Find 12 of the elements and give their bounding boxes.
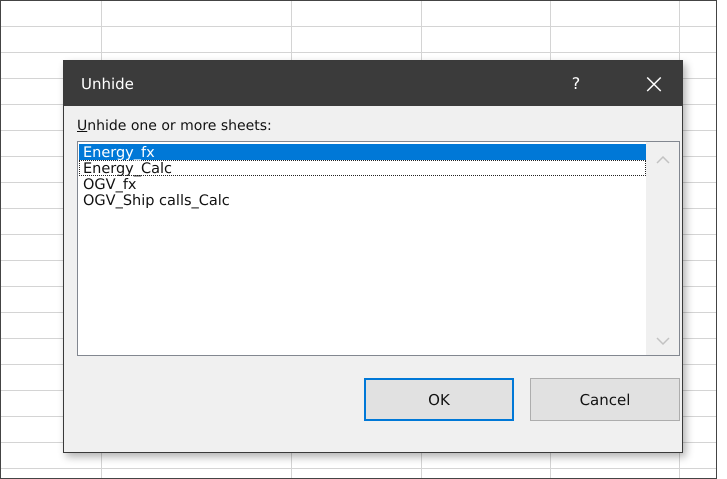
list-label: Unhide one or more sheets: — [77, 118, 272, 136]
sheet-list-item[interactable]: Energy_Calc — [79, 160, 646, 176]
cancel-button[interactable]: Cancel — [530, 378, 680, 421]
scroll-down-icon[interactable] — [656, 337, 670, 345]
sheet-list-item[interactable]: OGV_fx — [79, 176, 646, 192]
scroll-up-icon[interactable] — [656, 156, 670, 164]
sheet-list-item[interactable]: OGV_Ship calls_Calc — [79, 192, 646, 208]
ok-button[interactable]: OK — [364, 378, 514, 421]
sheet-list-item[interactable]: Energy_fx — [79, 144, 646, 160]
help-button[interactable]: ? — [556, 61, 596, 106]
window-title: Unhide — [80, 74, 135, 92]
close-button[interactable]: × — [626, 61, 682, 106]
